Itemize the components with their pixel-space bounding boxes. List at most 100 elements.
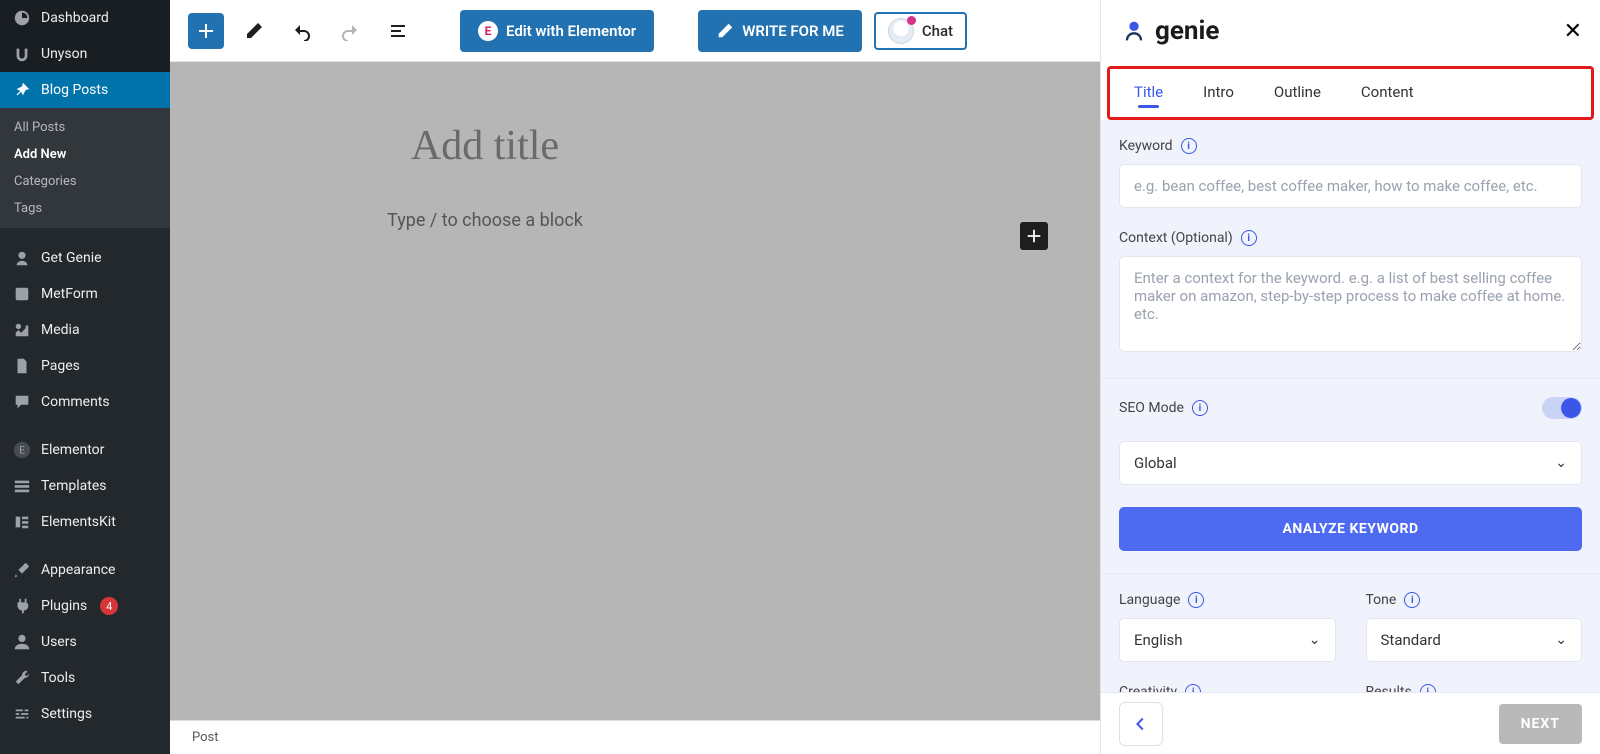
context-textarea[interactable] <box>1119 256 1582 352</box>
sidebar-submenu: All Posts Add New Categories Tags <box>0 108 170 228</box>
seo-scope-select[interactable]: Global ⌄ <box>1119 441 1582 485</box>
info-icon[interactable]: i <box>1192 400 1208 416</box>
back-button[interactable] <box>1119 702 1163 746</box>
button-label: Edit with Elementor <box>506 22 636 40</box>
svg-text:E: E <box>19 446 25 457</box>
sidebar-item-users[interactable]: Users <box>0 624 170 660</box>
block-placeholder[interactable]: Type / to choose a block <box>387 210 583 231</box>
chevron-left-icon <box>1132 715 1150 733</box>
edit-with-elementor-button[interactable]: E Edit with Elementor <box>460 10 654 52</box>
pencil-icon <box>716 22 734 40</box>
panel-body: Keyword i Context (Optional) i SEO Mode … <box>1101 120 1600 692</box>
info-icon[interactable]: i <box>1181 138 1197 154</box>
brand-text: genie <box>1155 16 1219 46</box>
genie-brand: genie <box>1119 16 1219 46</box>
info-icon[interactable]: i <box>1241 230 1257 246</box>
sidebar-item-label: Blog Posts <box>41 82 108 98</box>
tab-content[interactable]: Content <box>1361 83 1414 107</box>
sidebar-item-label: Templates <box>41 478 107 494</box>
info-icon[interactable]: i <box>1420 684 1436 692</box>
close-panel-button[interactable]: ✕ <box>1564 19 1582 44</box>
select-value: English <box>1134 631 1183 649</box>
submenu-add-new[interactable]: Add New <box>0 141 170 168</box>
sidebar-item-label: Elementor <box>41 442 104 458</box>
dashboard-icon <box>12 8 32 28</box>
comments-icon <box>12 392 32 412</box>
chevron-down-icon: ⌄ <box>1555 455 1567 471</box>
redo-button[interactable] <box>332 13 368 49</box>
elementskit-icon <box>12 512 32 532</box>
sidebar-item-media[interactable]: Media <box>0 312 170 348</box>
results-label: Results i <box>1366 684 1583 692</box>
elementor-icon: E <box>12 440 32 460</box>
tab-intro[interactable]: Intro <box>1203 83 1234 107</box>
info-icon[interactable]: i <box>1404 592 1420 608</box>
seo-mode-toggle[interactable] <box>1542 397 1582 419</box>
undo-icon <box>292 21 312 41</box>
sidebar-item-label: MetForm <box>41 286 98 302</box>
form-icon <box>12 284 32 304</box>
sidebar-item-blog-posts[interactable]: Blog Posts <box>0 72 170 108</box>
inline-add-block-button[interactable] <box>1020 222 1048 250</box>
next-button[interactable]: NEXT <box>1499 704 1582 744</box>
sidebar-item-unyson[interactable]: Unyson <box>0 36 170 72</box>
sidebar-item-pages[interactable]: Pages <box>0 348 170 384</box>
keyword-label: Keyword i <box>1119 138 1582 154</box>
sidebar-item-label: Comments <box>41 394 110 410</box>
unyson-icon <box>12 44 32 64</box>
document-overview-button[interactable] <box>380 13 416 49</box>
submenu-all-posts[interactable]: All Posts <box>0 114 170 141</box>
sidebar-item-label: ElementsKit <box>41 514 116 530</box>
sidebar-item-templates[interactable]: Templates <box>0 468 170 504</box>
sidebar-item-label: Settings <box>41 706 92 722</box>
submenu-tags[interactable]: Tags <box>0 195 170 222</box>
sidebar-item-comments[interactable]: Comments <box>0 384 170 420</box>
post-title-input[interactable]: Add title <box>411 122 559 170</box>
sidebar-item-appearance[interactable]: Appearance <box>0 552 170 588</box>
sidebar-item-plugins[interactable]: Plugins 4 <box>0 588 170 624</box>
tone-select[interactable]: Standard ⌄ <box>1366 618 1583 662</box>
sidebar-item-get-genie[interactable]: Get Genie <box>0 240 170 276</box>
edit-mode-button[interactable] <box>236 13 272 49</box>
editor-footer-breadcrumb[interactable]: Post <box>170 720 1100 754</box>
sidebar-item-tools[interactable]: Tools <box>0 660 170 696</box>
sidebar-item-elementor[interactable]: E Elementor <box>0 432 170 468</box>
language-label: Language i <box>1119 592 1336 608</box>
sidebar-item-label: Users <box>41 634 77 650</box>
keyword-input[interactable] <box>1119 164 1582 208</box>
add-block-button[interactable] <box>188 13 224 49</box>
block-editor-canvas[interactable]: Add title Type / to choose a block Post <box>170 62 1100 754</box>
user-icon <box>12 632 32 652</box>
panel-header: genie ✕ <box>1101 0 1600 62</box>
media-icon <box>12 320 32 340</box>
plus-icon <box>196 21 216 41</box>
sidebar-item-settings[interactable]: Settings <box>0 696 170 732</box>
sidebar-item-dashboard[interactable]: Dashboard <box>0 0 170 36</box>
tab-title[interactable]: Title <box>1134 83 1163 107</box>
sidebar-item-metform[interactable]: MetForm <box>0 276 170 312</box>
analyze-keyword-button[interactable]: ANALYZE KEYWORD <box>1119 507 1582 551</box>
redo-icon <box>340 21 360 41</box>
submenu-categories[interactable]: Categories <box>0 168 170 195</box>
info-icon[interactable]: i <box>1188 592 1204 608</box>
sidebar-item-label: Unyson <box>41 46 87 62</box>
chat-button[interactable]: Chat <box>874 12 967 50</box>
sidebar-item-elementskit[interactable]: ElementsKit <box>0 504 170 540</box>
admin-sidebar: Dashboard Unyson Blog Posts All Posts Ad… <box>0 0 170 754</box>
editor-area: E Edit with Elementor WRITE FOR ME Chat … <box>170 0 1100 754</box>
genie-logo-icon <box>1119 16 1149 46</box>
creativity-label: Creativity i <box>1119 684 1336 692</box>
elementor-logo-icon: E <box>478 21 498 41</box>
wizard-tabs: Title Intro Outline Content <box>1110 69 1591 117</box>
write-for-me-button[interactable]: WRITE FOR ME <box>698 10 862 52</box>
sidebar-item-label: Pages <box>41 358 80 374</box>
undo-button[interactable] <box>284 13 320 49</box>
tab-outline[interactable]: Outline <box>1274 83 1321 107</box>
chevron-down-icon: ⌄ <box>1555 632 1567 648</box>
chat-avatar-icon <box>888 18 914 44</box>
plus-icon <box>1025 227 1043 245</box>
info-icon[interactable]: i <box>1185 684 1201 692</box>
templates-icon <box>12 476 32 496</box>
language-select[interactable]: English ⌄ <box>1119 618 1336 662</box>
panel-footer: NEXT <box>1101 692 1600 754</box>
